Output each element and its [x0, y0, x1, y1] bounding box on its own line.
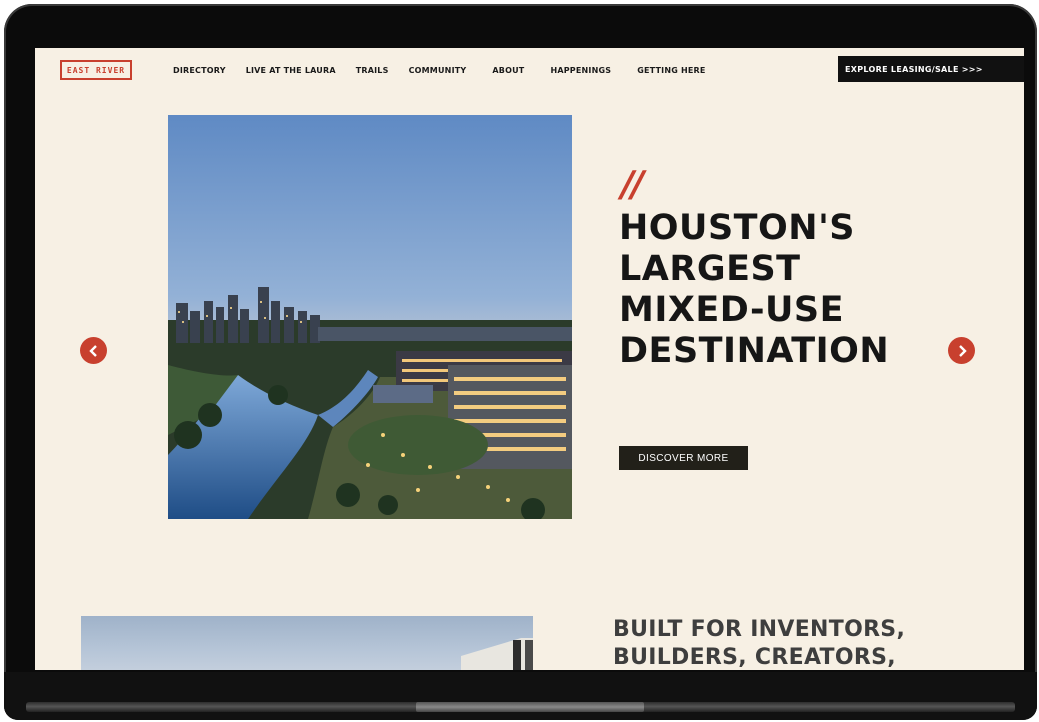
- nav-link-about[interactable]: ABOUT: [492, 66, 524, 75]
- section-headline-line: BUILDERS, CREATORS,: [613, 645, 896, 670]
- nav-link-live-at-the-laura[interactable]: LIVE AT THE LAURA: [246, 66, 336, 75]
- top-navigation: EAST RIVER DIRECTORY LIVE AT THE LAURA T…: [35, 48, 1024, 94]
- chevron-left-icon: [88, 344, 97, 357]
- nav-links: DIRECTORY LIVE AT THE LAURA TRAILS COMMU…: [173, 66, 726, 75]
- carousel-next-button[interactable]: [948, 337, 975, 364]
- discover-more-button[interactable]: DISCOVER MORE: [619, 446, 748, 470]
- laptop-base: [4, 672, 1037, 720]
- explore-leasing-button[interactable]: EXPLORE LEASING/SALE >>>: [838, 56, 1024, 82]
- nav-link-getting-here[interactable]: GETTING HERE: [637, 66, 705, 75]
- hero-headline-line: HOUSTON'S: [619, 208, 856, 248]
- laptop-frame: EAST RIVER DIRECTORY LIVE AT THE LAURA T…: [4, 4, 1037, 720]
- hero-headline-line: MIXED-USE: [619, 290, 845, 330]
- hero-headline: HOUSTON'S LARGEST MIXED-USE DESTINATION: [619, 208, 949, 372]
- nav-link-trails[interactable]: TRAILS: [356, 66, 389, 75]
- laptop-hinge-notch: [416, 702, 644, 712]
- nav-link-community[interactable]: COMMUNITY: [409, 66, 467, 75]
- nav-link-directory[interactable]: DIRECTORY: [173, 66, 226, 75]
- carousel-prev-button[interactable]: [80, 337, 107, 364]
- website-screen: EAST RIVER DIRECTORY LIVE AT THE LAURA T…: [35, 48, 1024, 670]
- chevron-right-icon: [958, 344, 967, 357]
- section-headline: BUILT FOR INVENTORS, BUILDERS, CREATORS,: [613, 616, 1013, 670]
- section-image-building: [81, 616, 533, 670]
- hero-headline-line: DESTINATION: [619, 331, 890, 371]
- hero-headline-line: LARGEST: [619, 249, 801, 289]
- hero-slashes: //: [621, 164, 644, 205]
- east-river-logo[interactable]: EAST RIVER: [60, 60, 132, 80]
- section-headline-line: BUILT FOR INVENTORS,: [613, 617, 906, 642]
- nav-link-happenings[interactable]: HAPPENINGS: [550, 66, 611, 75]
- hero-image-houston-skyline: [168, 115, 572, 519]
